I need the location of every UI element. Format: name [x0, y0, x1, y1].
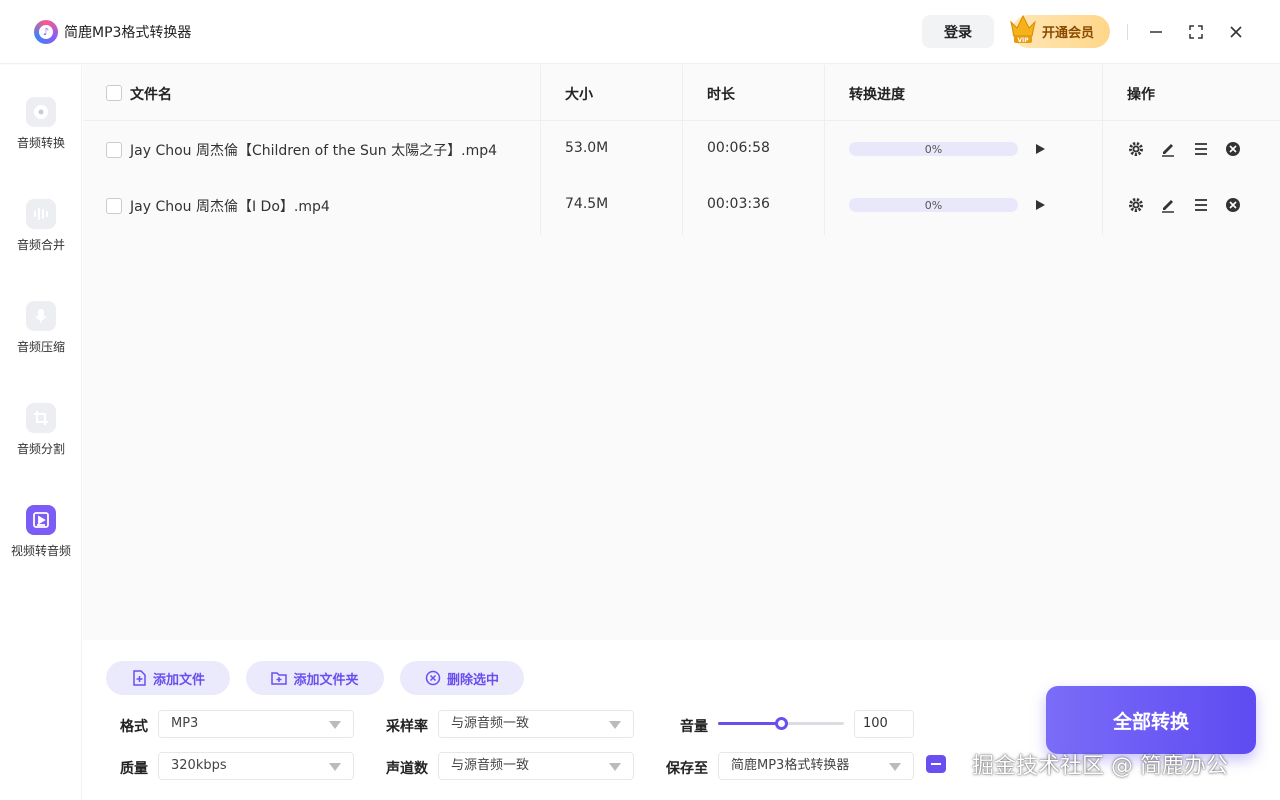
header-actions: 操作 — [1127, 87, 1155, 103]
progress-bar: 0% — [849, 142, 1018, 156]
quality-value: 320kbps — [171, 758, 227, 773]
save-to-value: 简鹿MP3格式转换器 — [731, 758, 850, 773]
edit-icon[interactable] — [1159, 196, 1177, 214]
delete-selected-button[interactable]: 删除选中 — [400, 661, 524, 695]
channels-select[interactable]: 与源音频一致 — [438, 752, 634, 780]
file-duration: 00:03:36 — [707, 196, 770, 212]
sidebar-item-label: 音频转换 — [16, 136, 65, 150]
format-value: MP3 — [171, 716, 199, 731]
add-folder-label: 添加文件夹 — [293, 672, 359, 688]
file-duration: 00:06:58 — [707, 140, 770, 156]
chevron-down-icon — [609, 763, 621, 771]
format-select[interactable]: MP3 — [158, 710, 354, 738]
table-row[interactable]: Jay Chou 周杰倫【I Do】.mp4 74.5M 00:03:36 0% — [83, 177, 1280, 233]
samplerate-select[interactable]: 与源音频一致 — [438, 710, 634, 738]
sidebar-item-label: 音频合并 — [16, 238, 65, 252]
remove-icon[interactable] — [1224, 140, 1242, 158]
progress-text: 0% — [924, 143, 943, 156]
add-file-icon — [131, 670, 147, 686]
login-button[interactable]: 登录 — [922, 15, 994, 48]
row-checkbox[interactable] — [106, 142, 122, 158]
progress-text: 0% — [924, 199, 943, 212]
file-size: 53.0M — [565, 140, 609, 156]
remove-icon[interactable] — [1224, 196, 1242, 214]
minimize-icon[interactable] — [1144, 20, 1168, 44]
select-all-checkbox[interactable] — [106, 85, 122, 101]
sidebar-item-audio-merge[interactable]: 音频合并 — [0, 199, 82, 279]
title-bar: ♪ 简鹿MP3格式转换器 登录 开通会员 VIP — [0, 0, 1280, 64]
samplerate-label: 采样率 — [386, 719, 428, 735]
chevron-down-icon — [889, 763, 901, 771]
quality-select[interactable]: 320kbps — [158, 752, 354, 780]
waveform-icon — [26, 199, 56, 229]
microphone-icon — [26, 301, 56, 331]
chevron-down-icon — [609, 721, 621, 729]
volume-label: 音量 — [680, 719, 708, 735]
svg-text:VIP: VIP — [1017, 37, 1029, 44]
sidebar-item-label: 视频转音频 — [10, 544, 71, 558]
video-audio-icon — [26, 505, 56, 535]
crop-icon — [26, 403, 56, 433]
add-file-button[interactable]: 添加文件 — [106, 661, 230, 695]
volume-slider-fill — [718, 722, 781, 725]
convert-all-button[interactable]: 全部转换 — [1046, 686, 1256, 754]
settings-icon[interactable] — [1127, 196, 1145, 214]
sidebar: 音频转换 音频合并 音频压缩 音频分割 视频转音频 — [0, 65, 82, 800]
close-icon[interactable] — [1224, 20, 1248, 44]
header-filename: 文件名 — [130, 87, 172, 103]
volume-slider-thumb[interactable] — [775, 717, 788, 730]
folder-icon[interactable] — [926, 755, 946, 773]
channels-label: 声道数 — [386, 761, 428, 777]
format-label: 格式 — [120, 719, 148, 735]
quality-label: 质量 — [120, 761, 148, 777]
row-checkbox[interactable] — [106, 198, 122, 214]
play-icon[interactable] — [1033, 197, 1047, 213]
delete-selected-label: 删除选中 — [446, 672, 499, 688]
progress-bar: 0% — [849, 198, 1018, 212]
menu-icon[interactable] — [1192, 140, 1210, 158]
sidebar-item-audio-split[interactable]: 音频分割 — [0, 403, 82, 483]
sidebar-item-label: 音频压缩 — [16, 340, 65, 354]
menu-icon[interactable] — [1192, 196, 1210, 214]
add-folder-icon — [271, 670, 288, 686]
app-logo-icon: ♪ — [34, 20, 58, 44]
delete-circle-icon — [425, 670, 441, 686]
settings-icon[interactable] — [1127, 140, 1145, 158]
save-to-select[interactable]: 简鹿MP3格式转换器 — [718, 752, 914, 780]
header-progress: 转换进度 — [849, 87, 905, 103]
disc-icon — [26, 97, 56, 127]
sidebar-item-video-to-audio[interactable]: 视频转音频 — [0, 505, 82, 585]
header-duration: 时长 — [707, 87, 735, 103]
edit-icon[interactable] — [1159, 140, 1177, 158]
save-to-label: 保存至 — [666, 761, 708, 777]
header-size: 大小 — [565, 87, 593, 103]
table-row[interactable]: Jay Chou 周杰倫【Children of the Sun 太陽之子】.m… — [83, 121, 1280, 177]
file-name: Jay Chou 周杰倫【I Do】.mp4 — [130, 199, 330, 215]
chevron-down-icon — [329, 763, 341, 771]
chevron-down-icon — [329, 721, 341, 729]
file-list-area: 文件名 大小 时长 转换进度 操作 Jay Chou 周杰倫【Children … — [83, 65, 1280, 640]
crown-icon: VIP — [1010, 14, 1036, 44]
volume-input[interactable]: 100 — [854, 710, 914, 738]
file-name: Jay Chou 周杰倫【Children of the Sun 太陽之子】.m… — [130, 143, 498, 159]
maximize-icon[interactable] — [1184, 20, 1208, 44]
add-folder-button[interactable]: 添加文件夹 — [246, 661, 384, 695]
play-icon[interactable] — [1033, 141, 1047, 157]
samplerate-value: 与源音频一致 — [451, 716, 530, 731]
title-separator — [1127, 24, 1128, 40]
add-file-label: 添加文件 — [152, 672, 205, 688]
sidebar-item-audio-convert[interactable]: 音频转换 — [0, 97, 82, 177]
volume-slider[interactable] — [718, 717, 844, 730]
sidebar-item-label: 音频分割 — [16, 442, 65, 456]
sidebar-item-audio-compress[interactable]: 音频压缩 — [0, 301, 82, 381]
channels-value: 与源音频一致 — [451, 758, 530, 773]
file-size: 74.5M — [565, 196, 609, 212]
app-title: 简鹿MP3格式转换器 — [64, 25, 192, 41]
watermark: 掘金技术社区 @ 简鹿办公 — [972, 754, 1228, 779]
